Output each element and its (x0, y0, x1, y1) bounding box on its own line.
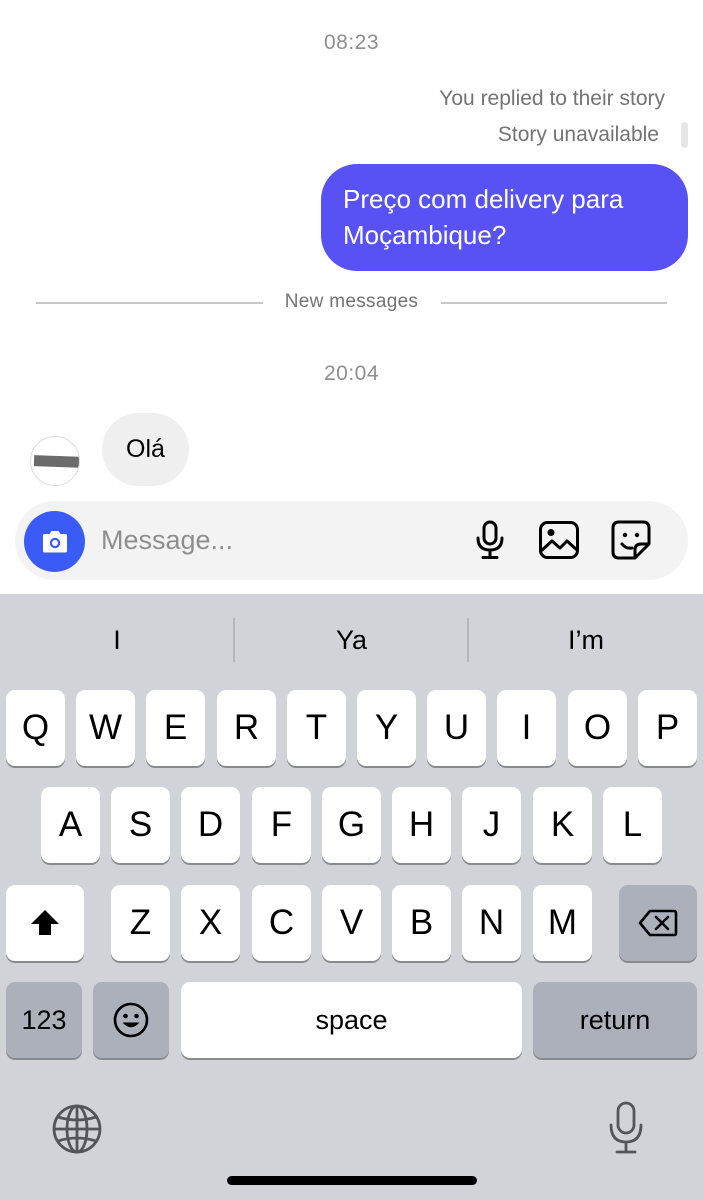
key-t[interactable]: T (287, 690, 346, 766)
key-j[interactable]: J (462, 787, 521, 863)
language-switch-button[interactable] (50, 1102, 104, 1156)
avatar[interactable] (30, 436, 80, 486)
dictation-button[interactable] (606, 1100, 646, 1156)
message-input[interactable] (101, 518, 441, 563)
key-u[interactable]: U (427, 690, 486, 766)
key-e[interactable]: E (146, 690, 205, 766)
outgoing-message-line-1: Preço com delivery para (343, 184, 624, 214)
key-n[interactable]: N (462, 885, 521, 961)
key-d[interactable]: D (181, 787, 240, 863)
camera-button[interactable] (24, 511, 85, 572)
image-icon (539, 521, 579, 559)
key-w[interactable]: W (76, 690, 135, 766)
space-key[interactable]: space (181, 982, 522, 1058)
key-k[interactable]: K (533, 787, 592, 863)
dictation-microphone-icon (609, 1101, 643, 1154)
return-key[interactable]: return (533, 982, 697, 1058)
key-y[interactable]: Y (357, 690, 416, 766)
microphone-icon (476, 520, 504, 559)
story-reply-note: You replied to their story (439, 87, 665, 110)
suggestion-3[interactable]: I’m (469, 616, 703, 664)
key-x[interactable]: X (181, 885, 240, 961)
key-c[interactable]: C (252, 885, 311, 961)
voice-message-button[interactable] (468, 518, 512, 562)
key-p[interactable]: P (638, 690, 697, 766)
backspace-key[interactable] (619, 885, 697, 961)
delete-icon (638, 909, 678, 937)
outgoing-message-line-2: Moçambique? (343, 220, 507, 250)
avatar-redaction (33, 455, 79, 468)
new-messages-divider-right (441, 302, 667, 304)
key-b[interactable]: B (392, 885, 451, 961)
camera-icon (42, 530, 67, 552)
suggestion-2[interactable]: Ya (235, 616, 468, 664)
globe-icon (52, 1104, 102, 1154)
key-s[interactable]: S (111, 787, 170, 863)
story-unavailable-label: Story unavailable (497, 123, 659, 146)
numbers-key[interactable]: 123 (6, 982, 82, 1058)
key-h[interactable]: H (392, 787, 451, 863)
key-r[interactable]: R (217, 690, 276, 766)
shift-arrow-icon (31, 910, 59, 935)
home-indicator[interactable] (227, 1176, 477, 1185)
sticker-icon (611, 520, 651, 560)
key-o[interactable]: O (568, 690, 627, 766)
key-g[interactable]: G (322, 787, 381, 863)
story-preview-bar (681, 122, 688, 148)
suggestion-1[interactable]: I (0, 616, 234, 664)
key-q[interactable]: Q (6, 690, 65, 766)
timestamp-evening: 20:04 (323, 362, 380, 385)
key-m[interactable]: M (533, 885, 592, 961)
incoming-message-bubble[interactable]: Olá (102, 413, 189, 486)
shift-key[interactable] (6, 885, 84, 961)
outgoing-message-bubble[interactable]: Preço com delivery para Moçambique? (321, 164, 688, 271)
key-a[interactable]: A (41, 787, 100, 863)
key-i[interactable]: I (497, 690, 556, 766)
key-v[interactable]: V (322, 885, 381, 961)
emoji-icon (113, 1002, 149, 1038)
key-f[interactable]: F (252, 787, 311, 863)
emoji-key[interactable] (93, 982, 169, 1058)
gallery-button[interactable] (537, 518, 581, 562)
timestamp-morning: 08:23 (323, 31, 380, 54)
key-l[interactable]: L (603, 787, 662, 863)
sticker-button[interactable] (609, 518, 653, 562)
key-z[interactable]: Z (111, 885, 170, 961)
